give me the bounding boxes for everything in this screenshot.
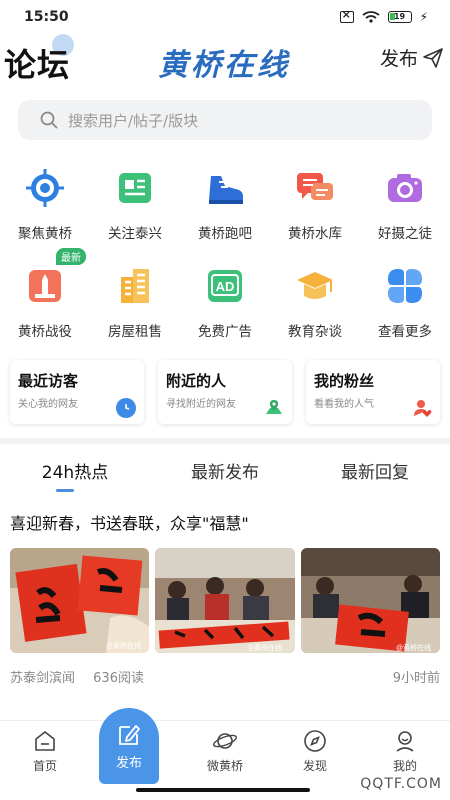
home-icon bbox=[35, 731, 55, 751]
newspaper-icon bbox=[113, 166, 157, 210]
nav-label: 发现 bbox=[302, 759, 327, 773]
feed-post[interactable]: 喜迎新春，书送春联，众享"福慧" @黄桥在线 @黄桥在线 @黄桥在线 苏泰剑滨闻… bbox=[10, 510, 440, 686]
post-title: 喜迎新春，书送春联，众享"福慧" bbox=[10, 514, 249, 533]
graduation-cap-icon bbox=[293, 264, 337, 308]
section-divider bbox=[0, 438, 450, 444]
grid-item-housing[interactable]: 房屋租售 bbox=[90, 258, 180, 356]
grid-label: 查看更多 bbox=[378, 324, 432, 340]
header: 论坛 黄桥在线 发布 bbox=[0, 34, 450, 90]
card-title: 我的粉丝 bbox=[314, 372, 375, 390]
ad-icon: AD bbox=[203, 264, 247, 308]
post-image[interactable]: @黄桥在线 bbox=[300, 548, 440, 653]
user-icon bbox=[396, 731, 414, 752]
battery-icon: 19 bbox=[387, 11, 412, 23]
compass-icon bbox=[304, 730, 326, 752]
chat-bubbles-icon bbox=[293, 166, 337, 210]
grid-label: 黄桥水库 bbox=[288, 226, 342, 242]
post-image[interactable]: @黄桥在线 bbox=[10, 548, 150, 653]
grid-item-more[interactable]: 查看更多 bbox=[360, 258, 450, 356]
location-icon bbox=[264, 398, 284, 418]
new-badge: 最新 bbox=[56, 248, 86, 265]
post-images: @黄桥在线 @黄桥在线 @黄桥在线 bbox=[10, 548, 440, 653]
clock-icon bbox=[116, 398, 136, 418]
grid-item-run[interactable]: 黄桥跑吧 bbox=[180, 160, 270, 258]
grid-label: 黄桥战役 bbox=[18, 324, 72, 340]
page-title: 论坛 bbox=[4, 46, 71, 84]
status-icons: 19 ⚡ bbox=[339, 8, 428, 24]
heart-user-icon bbox=[412, 398, 432, 418]
card-nearby-people[interactable]: 附近的人 寻找附近的网友 bbox=[158, 360, 292, 424]
nav-publish[interactable]: 发布 bbox=[99, 708, 159, 784]
nav-label: 微黄桥 bbox=[206, 759, 243, 773]
image-watermark: @黄桥在线 bbox=[247, 643, 282, 652]
battery-level: 19 bbox=[393, 12, 406, 21]
edit-icon bbox=[119, 725, 140, 745]
publish-button[interactable]: 发布 bbox=[380, 44, 444, 71]
nav-label: 首页 bbox=[32, 759, 57, 773]
grid-item-battle[interactable]: 最新 黄桥战役 bbox=[0, 248, 90, 356]
card-title: 附近的人 bbox=[166, 372, 227, 390]
post-author[interactable]: 苏泰剑滨闻 bbox=[10, 671, 75, 686]
grid-item-reservoir[interactable]: 黄桥水库 bbox=[270, 160, 360, 258]
grid-label: 教育杂谈 bbox=[288, 324, 342, 340]
post-image[interactable]: @黄桥在线 bbox=[155, 548, 295, 653]
status-time: 15:50 bbox=[24, 9, 69, 25]
image-watermark: @黄桥在线 bbox=[396, 643, 431, 652]
post-meta: 苏泰剑滨闻 636阅读 9小时前 bbox=[10, 667, 440, 686]
grid-item-photo[interactable]: 好摄之徒 bbox=[360, 160, 450, 258]
brand-logo: 黄桥在线 bbox=[158, 48, 290, 83]
charging-icon: ⚡ bbox=[419, 10, 428, 24]
card-title: 最近访客 bbox=[18, 372, 79, 390]
search-bar[interactable]: 搜索用户/帖子/版块 bbox=[18, 100, 432, 140]
clover-icon bbox=[383, 264, 427, 308]
post-time: 9小时前 bbox=[392, 671, 440, 686]
grid-label: 免费广告 bbox=[198, 324, 252, 340]
status-bar: 15:50 19 ⚡ bbox=[0, 0, 450, 34]
search-icon bbox=[40, 111, 58, 129]
post-reads: 636阅读 bbox=[93, 671, 144, 686]
search-placeholder: 搜索用户/帖子/版块 bbox=[68, 111, 199, 130]
nav-home[interactable]: 首页 bbox=[0, 721, 90, 800]
send-icon bbox=[423, 47, 443, 68]
category-grid: 聚焦黄桥 关注泰兴 黄桥跑吧 黄桥水库 好摄之徒 最新 黄桥战役 房屋租售 AD… bbox=[0, 160, 450, 356]
tab-latest-replies[interactable]: 最新回复 bbox=[300, 446, 450, 494]
publish-label: 发布 bbox=[379, 48, 418, 70]
nav-label: 我的 bbox=[392, 759, 417, 773]
grid-label: 关注泰兴 bbox=[108, 226, 162, 242]
tab-24h-hot[interactable]: 24h热点 bbox=[0, 446, 150, 494]
planet-icon bbox=[212, 733, 238, 749]
grid-label: 聚焦黄桥 bbox=[18, 226, 72, 242]
grid-item-education[interactable]: 教育杂谈 bbox=[270, 258, 360, 356]
monument-icon bbox=[23, 264, 67, 308]
grid-label: 房屋租售 bbox=[108, 324, 162, 340]
site-watermark: QQTF.COM bbox=[360, 776, 442, 792]
home-indicator bbox=[136, 788, 310, 792]
tab-latest-posts[interactable]: 最新发布 bbox=[150, 446, 300, 494]
quick-cards: 最近访客 关心我的网友 附近的人 寻找附近的网友 我的粉丝 看看我的人气 bbox=[10, 360, 440, 424]
camera-icon bbox=[383, 166, 427, 210]
nav-label: 发布 bbox=[115, 756, 142, 771]
grid-label: 黄桥跑吧 bbox=[198, 226, 252, 242]
sim-off-icon bbox=[339, 8, 354, 23]
svg-text:AD: AD bbox=[216, 279, 235, 294]
grid-item-taixing[interactable]: 关注泰兴 bbox=[90, 160, 180, 258]
card-my-fans[interactable]: 我的粉丝 看看我的人气 bbox=[306, 360, 440, 424]
feed-tabs: 24h热点 最新发布 最新回复 bbox=[0, 446, 450, 494]
sneaker-icon bbox=[203, 166, 247, 210]
image-watermark: @黄桥在线 bbox=[106, 641, 141, 650]
grid-item-ads[interactable]: AD 免费广告 bbox=[180, 258, 270, 356]
grid-label: 好摄之徒 bbox=[378, 226, 432, 242]
wifi-icon bbox=[362, 11, 380, 23]
target-icon bbox=[23, 166, 67, 210]
grid-item-focus[interactable]: 聚焦黄桥 bbox=[0, 160, 90, 258]
buildings-icon bbox=[113, 264, 157, 308]
card-recent-visitors[interactable]: 最近访客 关心我的网友 bbox=[10, 360, 144, 424]
